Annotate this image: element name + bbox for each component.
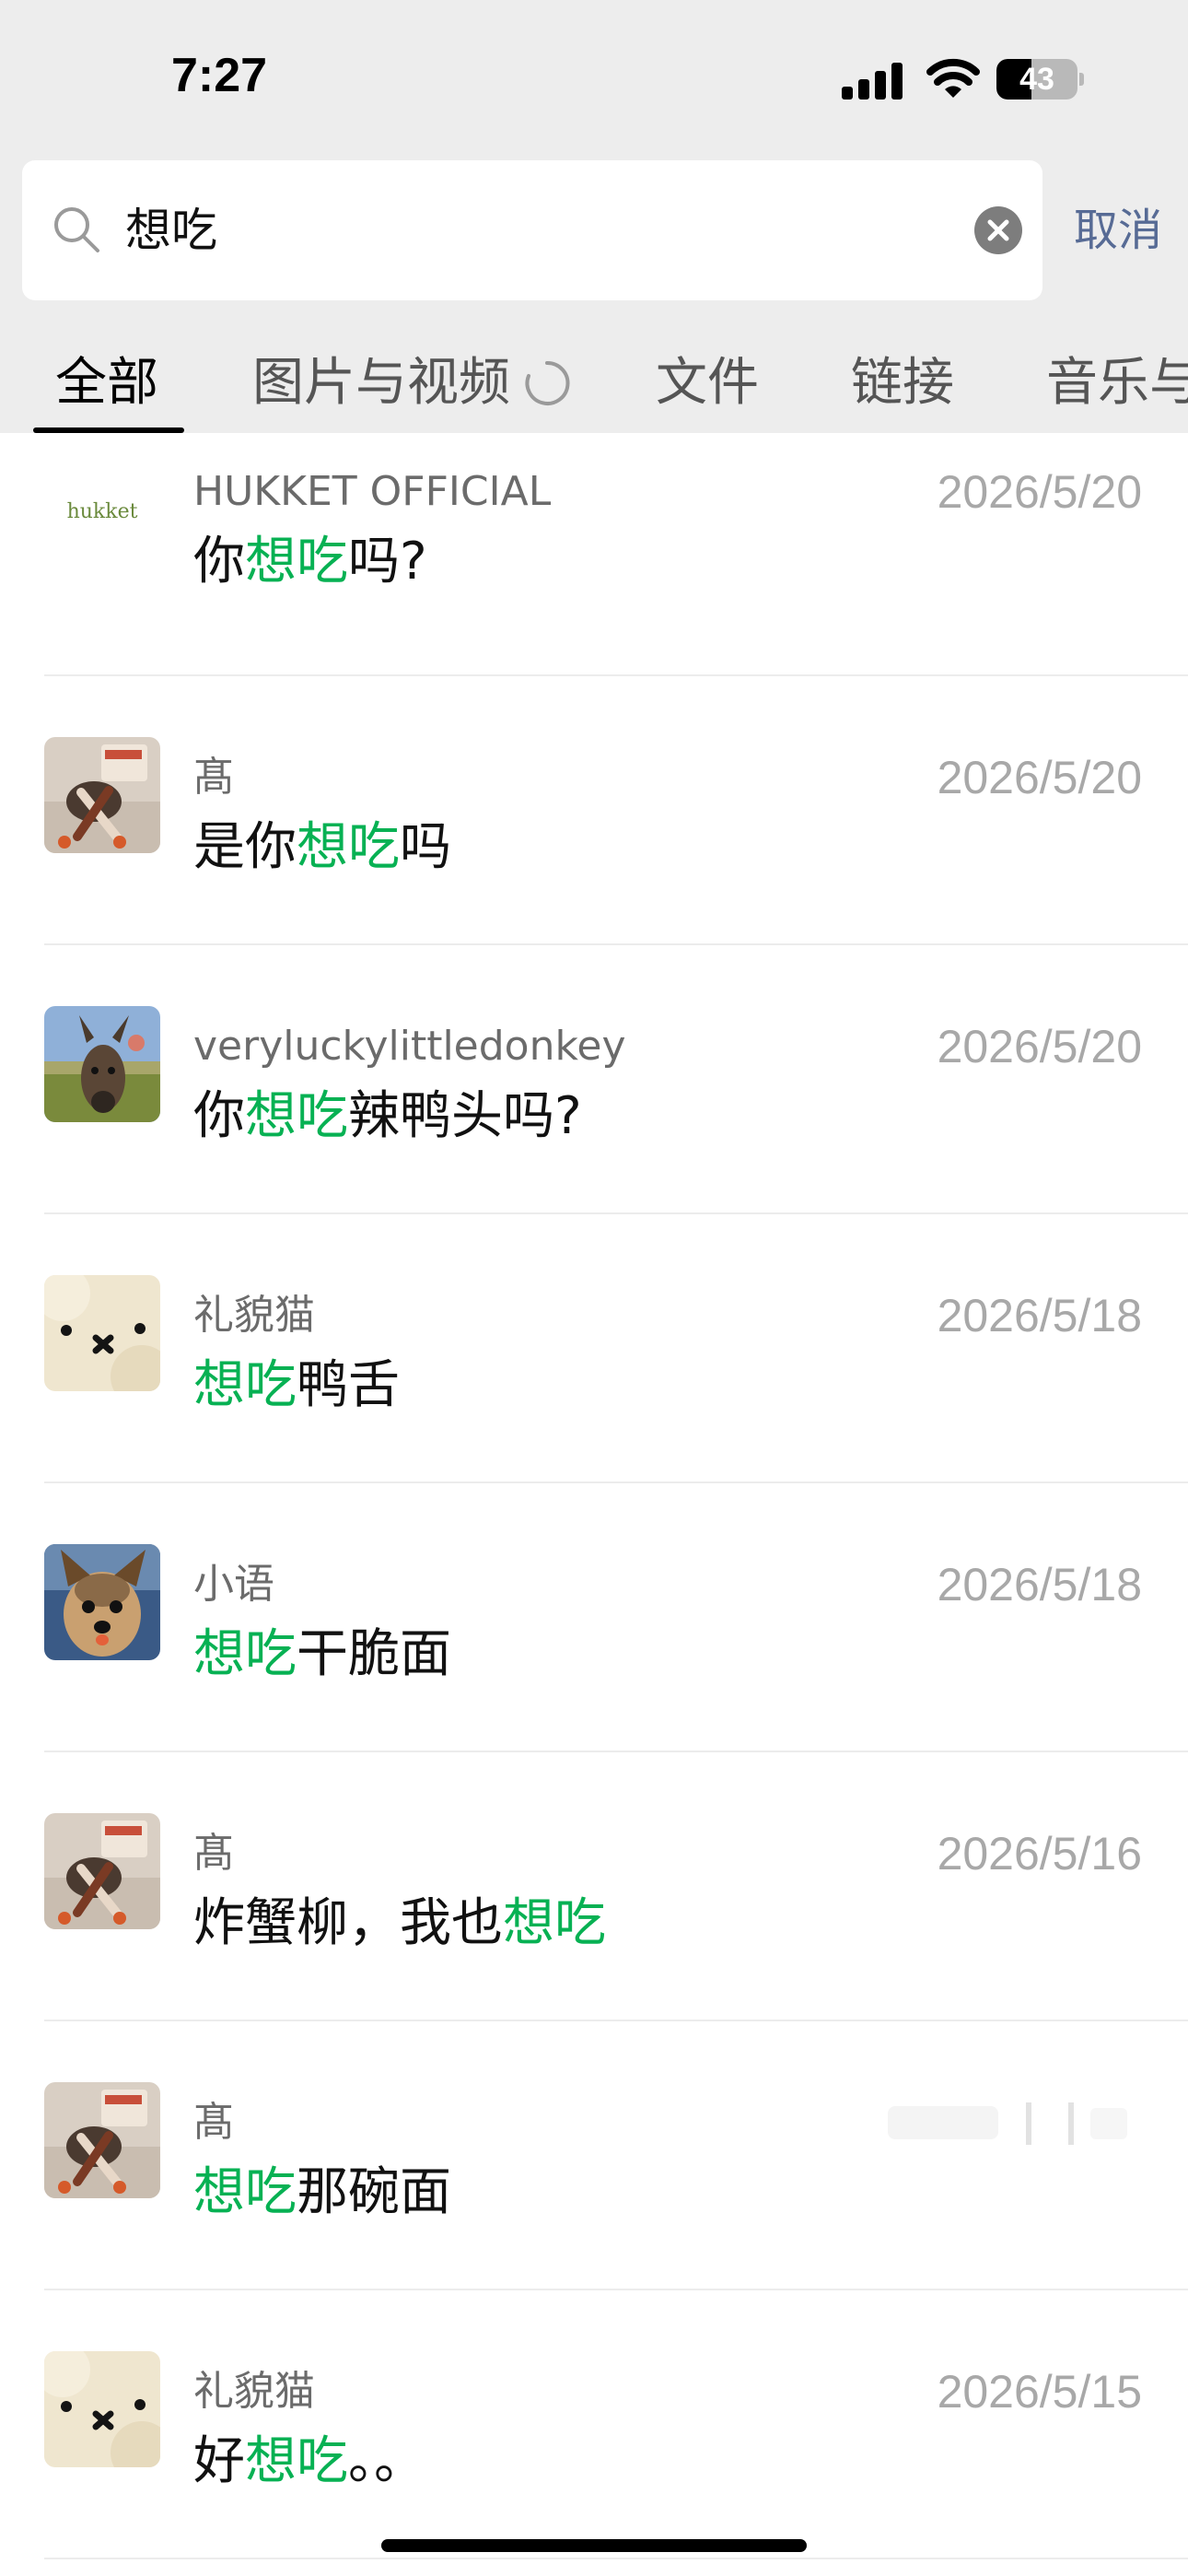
- search-input[interactable]: 想吃: [125, 201, 217, 260]
- message-preview: 你想吃辣鸭头吗?: [193, 1082, 582, 1152]
- avatar[interactable]: hukket: [44, 451, 160, 568]
- message-preview: 好想吃。。: [193, 2427, 425, 2497]
- message-preview: 想吃那碗面: [193, 2158, 451, 2228]
- battery-level: 43: [1019, 62, 1054, 97]
- header-area: 7:27 43 想吃 取消 全部 图片与视频 文件 链接 音乐与: [0, 0, 1188, 433]
- avatar[interactable]: [44, 1544, 160, 1660]
- result-row[interactable]: 小语 2026/5/18 想吃干脆面: [0, 1483, 1188, 1752]
- keyword-highlight: 想吃: [193, 2162, 297, 2222]
- keyword-highlight: 想吃: [193, 1624, 297, 1684]
- keyword-highlight: 想吃: [297, 817, 400, 877]
- keyword-highlight: 想吃: [245, 532, 348, 591]
- message-preview: 想吃干脆面: [193, 1620, 451, 1690]
- tab-music[interactable]: 音乐与: [1046, 348, 1188, 418]
- search-icon: [54, 207, 99, 252]
- message-text: 你: [193, 532, 245, 591]
- avatar[interactable]: [44, 2082, 160, 2198]
- message-text: 炸蟹柳，我也: [193, 1893, 503, 1953]
- loading-icon: [525, 360, 570, 405]
- search-bar[interactable]: 想吃: [22, 160, 1042, 300]
- message-date: 2026/5/16: [937, 1828, 1142, 1879]
- message-text: 那碗面: [297, 2162, 451, 2222]
- result-row[interactable]: hukket HUKKET OFFICIAL 2026/5/20 你想吃吗?: [0, 433, 1188, 676]
- tab-links[interactable]: 链接: [851, 348, 954, 418]
- message-date: 2026/5/20: [937, 1021, 1142, 1072]
- message-date-placeholder: [888, 2095, 1136, 2150]
- sender-name: veryluckylittledonkey: [193, 1023, 626, 1070]
- result-row[interactable]: 礼貌猫 2026/5/15 好想吃。。: [0, 2290, 1188, 2559]
- message-date: 2026/5/18: [937, 1290, 1142, 1341]
- avatar[interactable]: [44, 1006, 160, 1122]
- svg-text:hukket: hukket: [67, 500, 138, 523]
- signal-icon: [842, 63, 903, 100]
- keyword-highlight: 想吃: [245, 1086, 348, 1146]
- sender-name: 髙: [193, 1830, 234, 1877]
- message-date: 2026/5/20: [937, 466, 1142, 518]
- sender-name: 礼貌猫: [193, 2368, 315, 2415]
- message-text: 鸭舌: [297, 1355, 400, 1415]
- avatar[interactable]: [44, 1275, 160, 1391]
- battery-icon: 43: [996, 59, 1085, 100]
- clear-icon[interactable]: [974, 206, 1022, 254]
- result-row[interactable]: 髙 2026/5/16 炸蟹柳，我也想吃: [0, 1752, 1188, 2021]
- sender-name: 髙: [193, 2099, 234, 2146]
- status-time: 7:27: [171, 49, 268, 102]
- message-preview: 想吃鸭舌: [193, 1351, 400, 1421]
- result-row[interactable]: veryluckylittledonkey 2026/5/20 你想吃辣鸭头吗?: [0, 945, 1188, 1214]
- cancel-button[interactable]: 取消: [1074, 195, 1162, 265]
- sender-name: HUKKET OFFICIAL: [193, 468, 552, 515]
- message-preview: 是你想吃吗: [193, 813, 451, 883]
- tab-all[interactable]: 全部: [55, 348, 158, 418]
- status-bar: 7:27 43: [0, 0, 1188, 157]
- message-text: 辣鸭头吗?: [348, 1086, 582, 1146]
- sender-name: 小语: [193, 1561, 274, 1608]
- keyword-highlight: 想吃: [503, 1893, 606, 1953]
- message-text: 吗?: [348, 532, 427, 591]
- message-text: 吗: [400, 817, 451, 877]
- row-divider: [44, 2558, 1188, 2559]
- home-indicator: [381, 2539, 807, 2552]
- message-text: 干脆面: [297, 1624, 451, 1684]
- avatar[interactable]: [44, 1813, 160, 1929]
- keyword-highlight: 想吃: [245, 2431, 348, 2491]
- message-text: 好: [193, 2431, 245, 2491]
- tab-media[interactable]: 图片与视频: [252, 348, 510, 418]
- result-row[interactable]: 礼貌猫 2026/5/18 想吃鸭舌: [0, 1214, 1188, 1483]
- message-date: 2026/5/20: [937, 752, 1142, 803]
- sender-name: 髙: [193, 754, 234, 801]
- avatar[interactable]: [44, 737, 160, 853]
- keyword-highlight: 想吃: [193, 1355, 297, 1415]
- filter-tabs: 全部 图片与视频 文件 链接 音乐与: [0, 341, 1188, 433]
- message-date: 2026/5/18: [937, 1559, 1142, 1610]
- message-preview: 炸蟹柳，我也想吃: [193, 1889, 606, 1959]
- message-preview: 你想吃吗?: [193, 527, 427, 597]
- avatar[interactable]: [44, 2351, 160, 2467]
- result-row[interactable]: 髙想吃那碗面: [0, 2021, 1188, 2290]
- sender-name: 礼貌猫: [193, 1292, 315, 1339]
- tab-files[interactable]: 文件: [656, 348, 759, 418]
- wifi-icon: [926, 58, 980, 98]
- message-text: 你: [193, 1086, 245, 1146]
- result-row[interactable]: 髙 2026/5/20 是你想吃吗: [0, 676, 1188, 945]
- message-text: 。。: [348, 2431, 425, 2491]
- message-date: 2026/5/15: [937, 2366, 1142, 2418]
- message-text: 是你: [193, 817, 297, 877]
